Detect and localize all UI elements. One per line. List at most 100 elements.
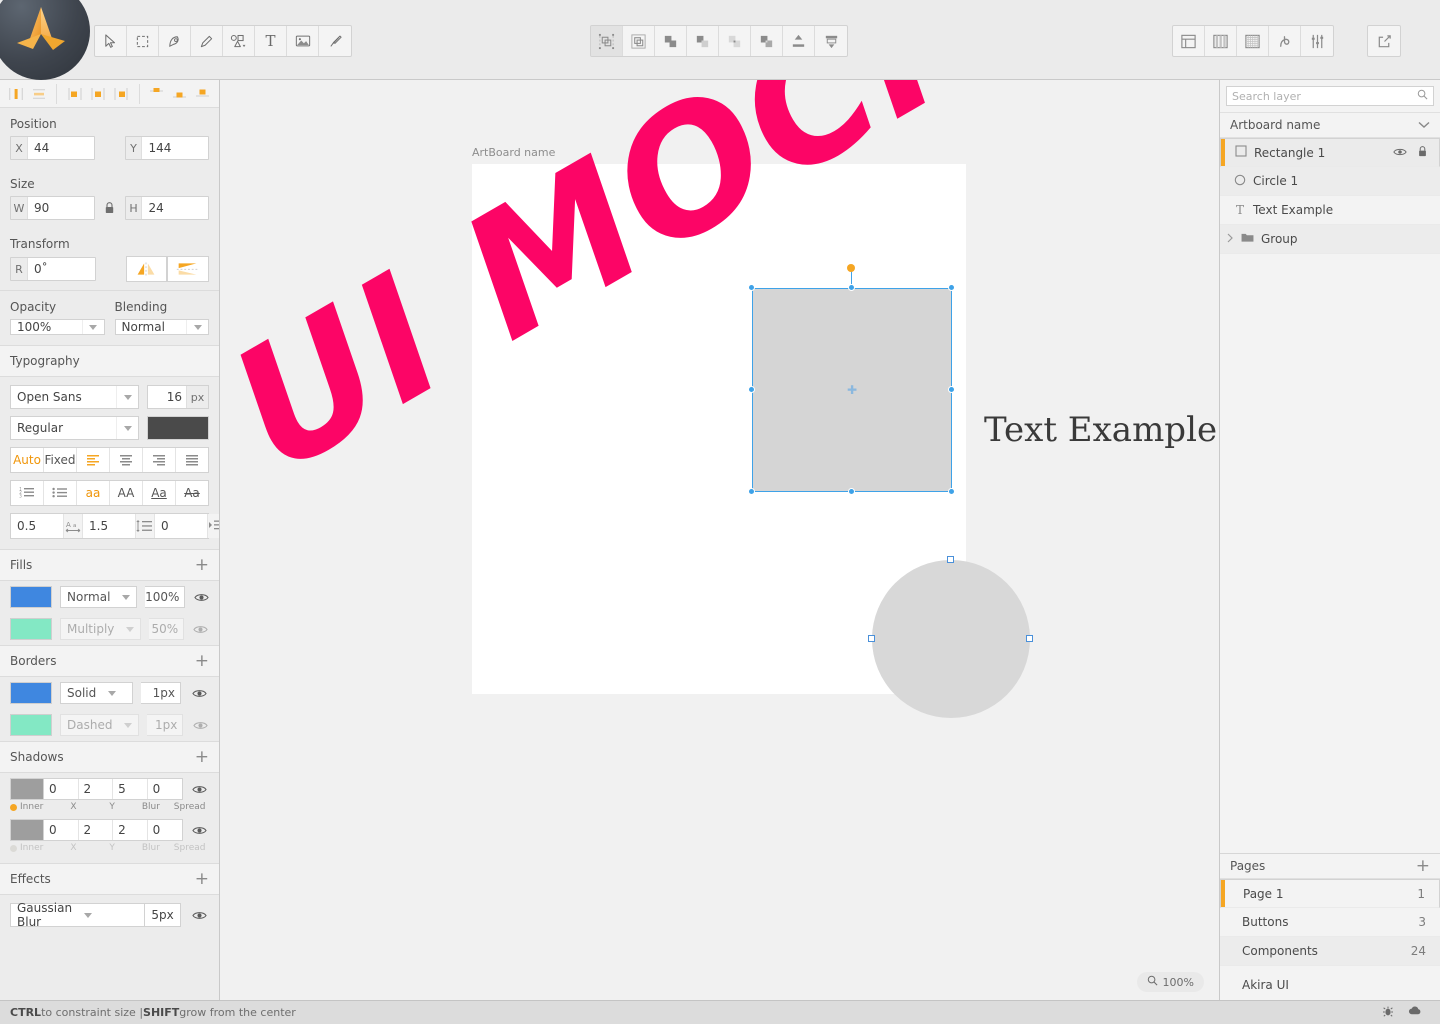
border-visibility-eye-icon[interactable] — [189, 688, 209, 699]
shadow-spread-input[interactable] — [147, 820, 182, 840]
rotation-handle[interactable] — [847, 264, 855, 272]
font-size-field[interactable]: px — [147, 385, 209, 409]
layer-item-circle-1[interactable]: Circle 1 — [1220, 167, 1440, 196]
pencil-tool[interactable] — [191, 26, 223, 56]
boolean-exclude-button[interactable] — [751, 26, 783, 56]
shadow-blur-input[interactable] — [113, 779, 148, 799]
cloud-sync-icon[interactable] — [1408, 1005, 1422, 1020]
preferences-button[interactable] — [1301, 26, 1333, 56]
fill-color-swatch[interactable] — [10, 618, 52, 640]
text-tool[interactable]: T — [255, 26, 287, 56]
border-width-value[interactable]: 1px — [141, 682, 181, 704]
search-input[interactable] — [1232, 89, 1417, 103]
circle-anchor-top[interactable] — [947, 556, 954, 563]
resize-handle-w[interactable] — [748, 386, 755, 393]
position-y-input[interactable] — [142, 137, 208, 159]
circle-anchor-left[interactable] — [868, 635, 875, 642]
size-w-field[interactable]: W — [10, 196, 95, 220]
lowercase-icon[interactable]: aa — [77, 481, 110, 505]
image-tool[interactable] — [287, 26, 319, 56]
resize-handle-s[interactable] — [848, 488, 855, 495]
toggle-snapping-button[interactable] — [1269, 26, 1301, 56]
text-align-left-icon[interactable] — [77, 448, 110, 472]
align-center-h-icon[interactable] — [86, 83, 109, 105]
rotation-input[interactable] — [28, 258, 95, 280]
border-style-select[interactable]: Solid — [60, 682, 133, 704]
text-fit-fixed-button[interactable]: Fixed — [44, 448, 77, 472]
shadow-x-input[interactable] — [43, 820, 79, 840]
shadow-spread-input[interactable] — [147, 779, 182, 799]
page-item-buttons[interactable]: Buttons 3 — [1220, 908, 1440, 937]
mask-selection-button[interactable] — [623, 26, 655, 56]
shadow-color-swatch[interactable] — [11, 779, 44, 799]
distribute-v-icon[interactable] — [27, 83, 50, 105]
shadow-inner-toggle-icon[interactable] — [10, 803, 17, 811]
lock-closed-icon[interactable] — [103, 202, 117, 214]
shadow-x-input[interactable] — [43, 779, 79, 799]
artboard-name-label[interactable]: ArtBoard name — [472, 146, 555, 159]
fill-color-swatch[interactable] — [10, 586, 52, 608]
fill-visibility-eye-icon[interactable] — [192, 624, 209, 635]
pen-tool[interactable] — [159, 26, 191, 56]
size-h-field[interactable]: H — [124, 196, 209, 220]
toggle-layout-panel-button[interactable] — [1173, 26, 1205, 56]
text-fit-auto-button[interactable]: Auto — [11, 448, 44, 472]
resize-handle-ne[interactable] — [948, 284, 955, 291]
chevron-down-icon[interactable] — [1418, 118, 1430, 132]
page-item-components[interactable]: Components 24 — [1220, 937, 1440, 966]
boolean-subtract-button[interactable] — [687, 26, 719, 56]
capitalize-icon[interactable]: Aa — [143, 481, 176, 505]
position-y-field[interactable]: Y — [124, 136, 209, 160]
effect-value[interactable]: 5px — [145, 903, 181, 927]
export-button[interactable] — [1368, 26, 1400, 56]
shadow-y-input[interactable] — [78, 820, 114, 840]
line-height-input[interactable] — [83, 514, 135, 538]
flip-vertical-icon[interactable] — [167, 256, 209, 282]
fill-visibility-eye-icon[interactable] — [193, 592, 209, 603]
shadow-inner-toggle-icon[interactable] — [10, 844, 17, 852]
group-selection-button[interactable] — [591, 26, 623, 56]
resize-handle-n[interactable] — [848, 284, 855, 291]
align-left-icon[interactable] — [63, 83, 86, 105]
font-size-input[interactable] — [148, 386, 186, 408]
border-color-swatch[interactable] — [10, 714, 52, 736]
canvas-text-layer[interactable]: Text Example — [984, 410, 1217, 450]
resize-handle-e[interactable] — [948, 386, 955, 393]
shadow-color-swatch[interactable] — [11, 820, 44, 840]
opacity-select[interactable]: 100% — [10, 319, 105, 335]
distribute-h-icon[interactable] — [4, 83, 27, 105]
design-canvas[interactable]: ArtBoard name Text Example ✚ UI MOCKUP — [220, 80, 1218, 1004]
rotation-field[interactable]: R — [10, 257, 96, 281]
effect-visibility-eye-icon[interactable] — [189, 910, 209, 921]
add-effect-button[interactable]: + — [195, 871, 209, 888]
send-to-back-button[interactable] — [815, 26, 847, 56]
layer-visibility-eye-icon[interactable] — [1393, 146, 1407, 160]
layer-search-bar[interactable] — [1226, 86, 1434, 106]
fill-opacity-value[interactable]: 50% — [149, 618, 185, 640]
add-page-button[interactable]: + — [1416, 858, 1430, 875]
position-x-field[interactable]: X — [10, 136, 95, 160]
size-h-input[interactable] — [142, 197, 208, 219]
layer-item-group[interactable]: Group — [1220, 225, 1440, 254]
layer-item-text-example[interactable]: T Text Example — [1220, 196, 1440, 225]
layer-item-rectangle-1[interactable]: Rectangle 1 — [1220, 138, 1440, 167]
align-top-icon[interactable] — [146, 83, 169, 105]
text-align-right-icon[interactable] — [143, 448, 176, 472]
slice-tool[interactable] — [319, 26, 351, 56]
align-bottom-icon[interactable] — [192, 83, 215, 105]
bring-to-front-button[interactable] — [783, 26, 815, 56]
toggle-columns-button[interactable] — [1205, 26, 1237, 56]
flip-horizontal-icon[interactable] — [125, 256, 168, 282]
artboard-group-header[interactable]: Artboard name — [1220, 112, 1440, 138]
page-item-akira-ui[interactable]: Akira UI — [1220, 966, 1440, 1004]
fill-blend-select[interactable]: Multiply — [60, 618, 142, 640]
artboard[interactable]: Text Example ✚ — [472, 164, 1217, 718]
font-family-select[interactable]: Open Sans — [10, 385, 139, 409]
toggle-pixel-grid-button[interactable] — [1237, 26, 1269, 56]
align-middle-v-icon[interactable] — [169, 83, 192, 105]
zoom-control[interactable]: 100% — [1136, 972, 1204, 992]
shapes-tool[interactable] — [223, 26, 255, 56]
blending-select[interactable]: Normal — [114, 319, 209, 335]
add-fill-button[interactable]: + — [195, 557, 209, 574]
position-x-input[interactable] — [27, 137, 94, 159]
